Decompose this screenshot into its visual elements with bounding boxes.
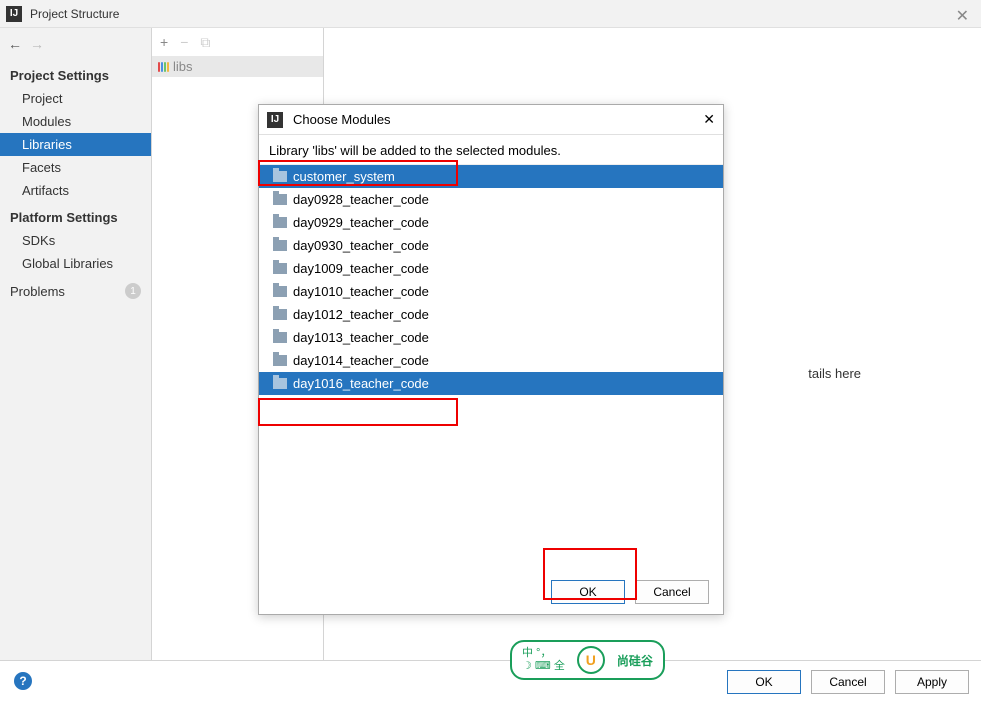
- module-item[interactable]: day0929_teacher_code: [259, 211, 723, 234]
- sidebar-item-global-libraries[interactable]: Global Libraries: [0, 252, 151, 275]
- remove-icon[interactable]: −: [180, 34, 188, 50]
- dialog-titlebar: IJ Choose Modules ✕: [259, 105, 723, 135]
- dialog-footer: OK Cancel: [259, 570, 723, 614]
- sidebar-item-artifacts[interactable]: Artifacts: [0, 179, 151, 202]
- window-close-icon[interactable]: ✕: [956, 6, 969, 26]
- folder-icon: [273, 171, 287, 182]
- sidebar-item-project[interactable]: Project: [0, 87, 151, 110]
- footer: ? OK Cancel Apply: [0, 660, 981, 702]
- dialog-ok-button[interactable]: OK: [551, 580, 625, 604]
- sidebar-item-problems[interactable]: Problems 1: [0, 275, 151, 307]
- library-item-libs[interactable]: libs: [152, 56, 323, 77]
- ok-button[interactable]: OK: [727, 670, 801, 694]
- module-item[interactable]: customer_system: [259, 165, 723, 188]
- folder-icon: [273, 378, 287, 389]
- dialog-title: Choose Modules: [293, 112, 391, 127]
- sidebar-item-facets[interactable]: Facets: [0, 156, 151, 179]
- platform-settings-heading: Platform Settings: [0, 202, 151, 229]
- module-item[interactable]: day0930_teacher_code: [259, 234, 723, 257]
- sidebar-item-modules[interactable]: Modules: [0, 110, 151, 133]
- module-item[interactable]: day1014_teacher_code: [259, 349, 723, 372]
- dialog-body: Library 'libs' will be added to the sele…: [259, 135, 723, 570]
- details-placeholder: tails here: [808, 366, 861, 381]
- folder-icon: [273, 286, 287, 297]
- app-icon: IJ: [6, 6, 22, 22]
- module-item[interactable]: day1010_teacher_code: [259, 280, 723, 303]
- nav-forward-icon[interactable]: →: [30, 36, 44, 52]
- module-list: customer_system day0928_teacher_code day…: [259, 164, 723, 562]
- problems-label: Problems: [10, 284, 65, 299]
- folder-icon: [273, 355, 287, 366]
- sidebar-item-libraries[interactable]: Libraries: [0, 133, 151, 156]
- folder-icon: [273, 332, 287, 343]
- module-item[interactable]: day1012_teacher_code: [259, 303, 723, 326]
- watermark-left: 中 °， ☽ ⌨ 全: [522, 647, 565, 673]
- library-icon: [158, 62, 169, 72]
- sidebar-item-sdks[interactable]: SDKs: [0, 229, 151, 252]
- nav-back-icon[interactable]: ←: [8, 36, 22, 52]
- watermark-emblem: U: [577, 646, 605, 674]
- add-icon[interactable]: +: [160, 34, 168, 50]
- sidebar-nav: ← →: [0, 32, 151, 60]
- watermark-text: 尚硅谷: [617, 652, 653, 669]
- dialog-close-icon[interactable]: ✕: [703, 111, 715, 128]
- apply-button[interactable]: Apply: [895, 670, 969, 694]
- project-settings-heading: Project Settings: [0, 60, 151, 87]
- problems-badge: 1: [125, 283, 141, 299]
- folder-icon: [273, 217, 287, 228]
- watermark: 中 °， ☽ ⌨ 全 U 尚硅谷: [510, 640, 665, 680]
- choose-modules-dialog: IJ Choose Modules ✕ Library 'libs' will …: [258, 104, 724, 615]
- folder-icon: [273, 194, 287, 205]
- dialog-app-icon: IJ: [267, 112, 283, 128]
- dialog-message: Library 'libs' will be added to the sele…: [259, 143, 723, 164]
- cancel-button[interactable]: Cancel: [811, 670, 885, 694]
- folder-icon: [273, 240, 287, 251]
- folder-icon: [273, 309, 287, 320]
- module-item[interactable]: day1009_teacher_code: [259, 257, 723, 280]
- module-item[interactable]: day0928_teacher_code: [259, 188, 723, 211]
- titlebar: IJ Project Structure ✕: [0, 0, 981, 28]
- copy-icon[interactable]: ⧉: [200, 34, 210, 51]
- library-label: libs: [173, 59, 193, 74]
- help-icon[interactable]: ?: [14, 672, 32, 690]
- mid-toolbar: + − ⧉: [152, 28, 323, 56]
- module-item[interactable]: day1016_teacher_code: [259, 372, 723, 395]
- dialog-cancel-button[interactable]: Cancel: [635, 580, 709, 604]
- folder-icon: [273, 263, 287, 274]
- window-title: Project Structure: [30, 7, 119, 21]
- module-item[interactable]: day1013_teacher_code: [259, 326, 723, 349]
- sidebar: ← → Project Settings Project Modules Lib…: [0, 28, 152, 660]
